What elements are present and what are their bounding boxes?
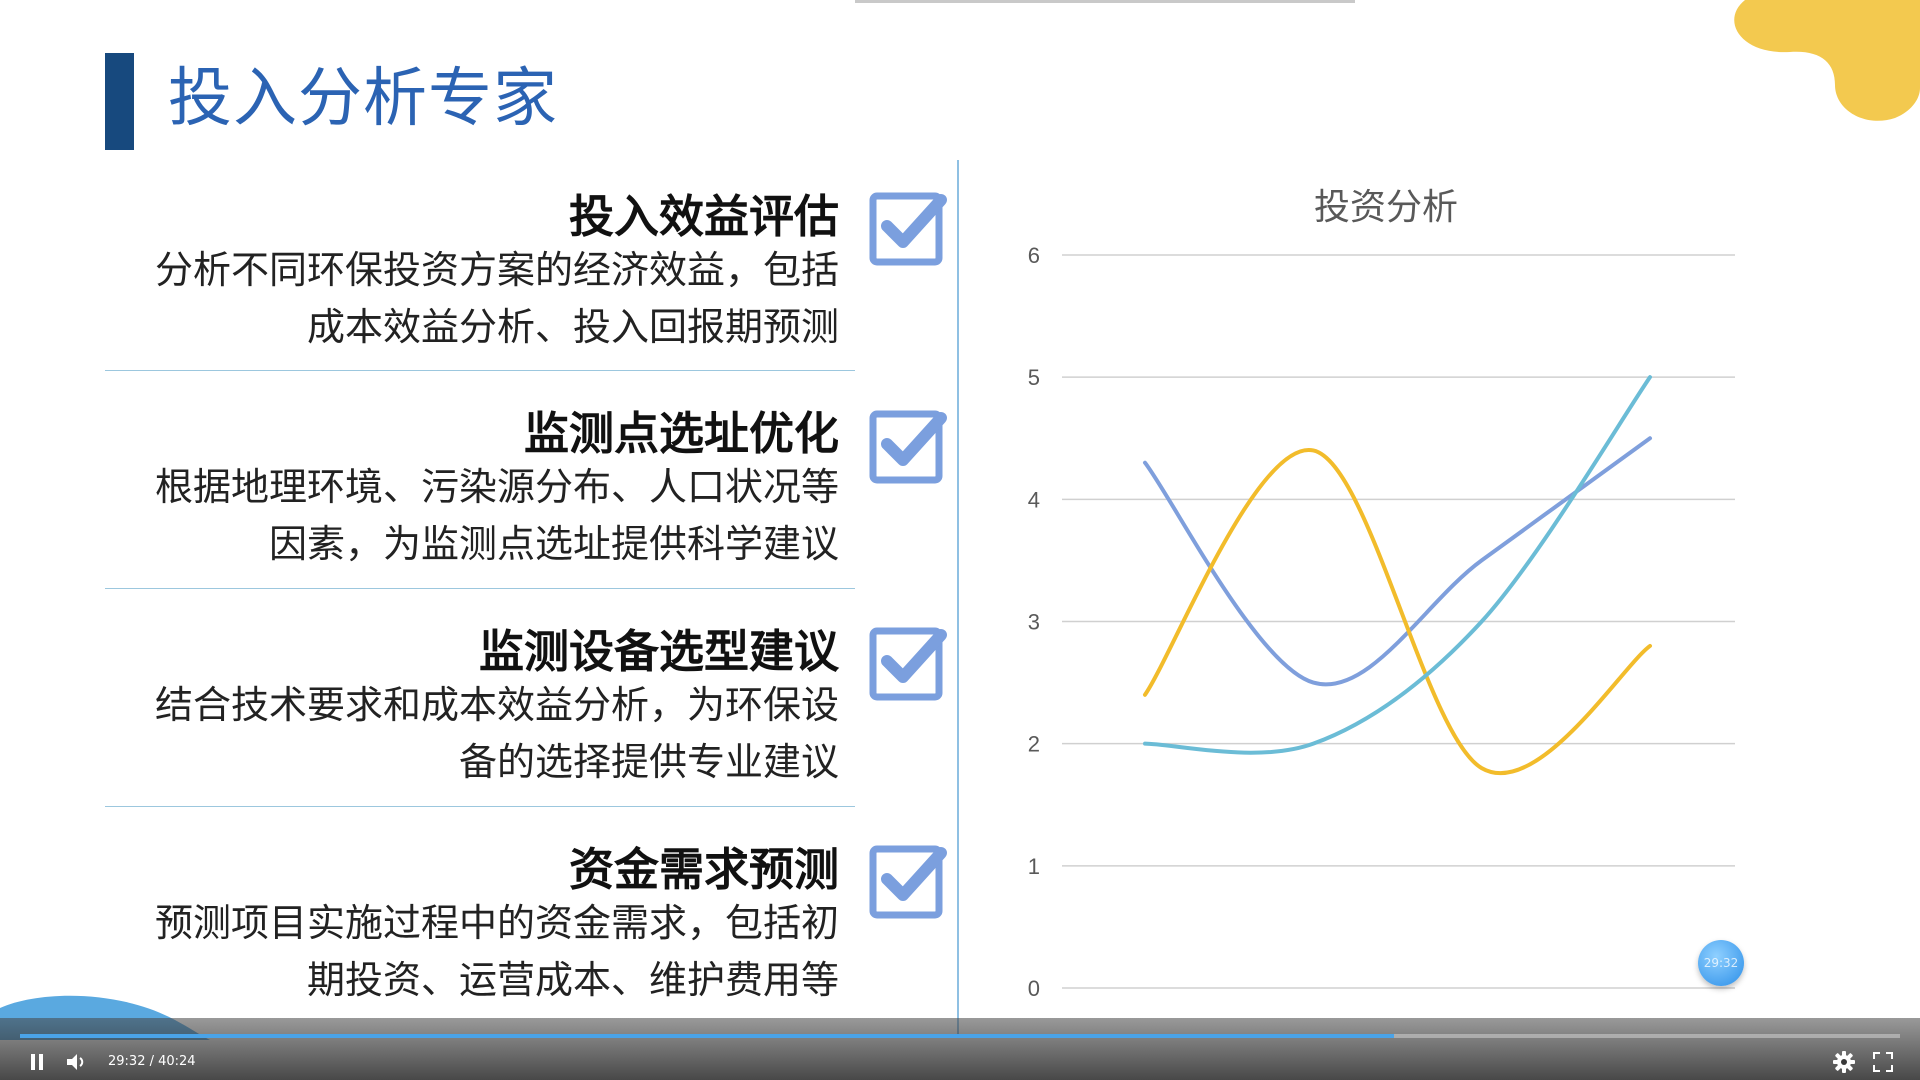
slide-stage: 投入分析专家 投入效益评估 分析不同环保投资方案的经济效益，包括成本效益分析、投… <box>0 0 1920 1080</box>
timer-bubble[interactable]: 29:32 <box>1698 940 1744 986</box>
gear-icon[interactable] <box>1832 1050 1856 1074</box>
y-tick-label: 5 <box>1028 365 1040 390</box>
y-tick-label: 6 <box>1028 243 1040 268</box>
series-line <box>1143 436 1652 687</box>
fullscreen-icon[interactable] <box>1872 1051 1894 1073</box>
y-tick-label: 1 <box>1028 854 1040 879</box>
pause-icon[interactable] <box>26 1051 48 1073</box>
progress-bar[interactable] <box>20 1034 1900 1038</box>
y-tick-label: 3 <box>1028 610 1040 635</box>
series-line <box>1143 375 1652 755</box>
volume-icon[interactable] <box>64 1051 88 1073</box>
line-chart: 0 1 2 3 4 5 6 <box>1028 243 1735 1001</box>
y-tick-label: 0 <box>1028 976 1040 1001</box>
progress-fill <box>20 1034 1395 1038</box>
player-controls: 29:32 / 40:24 <box>0 1018 1920 1080</box>
y-tick-label: 4 <box>1028 487 1040 512</box>
y-tick-label: 2 <box>1028 732 1040 757</box>
time-display: 29:32 / 40:24 <box>108 1054 196 1069</box>
